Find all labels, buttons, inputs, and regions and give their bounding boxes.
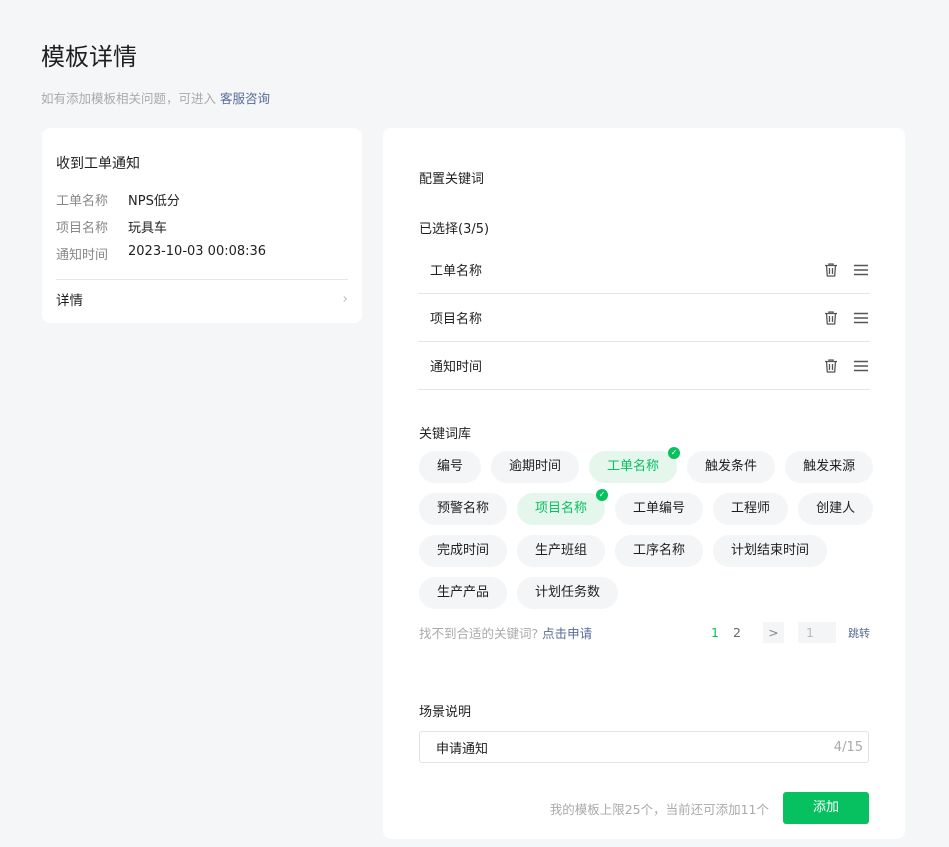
add-button[interactable]: 添加 <box>783 792 869 824</box>
chip-label: 编号 <box>437 459 464 474</box>
field-value: NPS低分 <box>128 194 180 209</box>
keyword-chip[interactable]: 触发来源 <box>785 451 874 483</box>
preview-field: 项目名称 玩具车 <box>56 217 348 236</box>
trash-icon[interactable] <box>822 309 840 327</box>
chip-label: 触发来源 <box>803 459 856 474</box>
chip-label: 触发条件 <box>705 459 758 474</box>
selected-keyword-row: 通知时间 <box>418 342 870 390</box>
not-found-text: 找不到合适的关键词? <box>419 626 539 641</box>
page-title: 模板详情 <box>41 43 137 71</box>
field-key: 项目名称 <box>56 221 109 236</box>
chip-label: 工程师 <box>731 501 771 516</box>
char-count: 4/15 <box>833 739 863 755</box>
page-1[interactable]: 1 <box>711 625 723 640</box>
chevron-right-icon: › <box>342 291 348 307</box>
chip-label: 计划结束时间 <box>731 543 810 558</box>
scene-input[interactable]: 申请通知 4/15 <box>419 731 869 763</box>
config-title: 配置关键词 <box>419 172 485 187</box>
chip-label: 生产产品 <box>437 585 490 600</box>
keyword-label: 项目名称 <box>430 312 483 327</box>
chip-label: 项目名称 <box>535 501 588 516</box>
chip-label: 逾期时间 <box>509 459 562 474</box>
keyword-chip[interactable]: 工单名称 ✓ <box>589 447 681 483</box>
preview-title: 收到工单通知 <box>56 156 140 172</box>
keyword-chip[interactable]: 计划任务数 <box>517 577 619 609</box>
keyword-chip[interactable]: 触发条件 <box>687 451 776 483</box>
keyword-chip[interactable]: 逾期时间 <box>491 451 580 483</box>
customer-service-link[interactable]: 客服咨询 <box>220 91 270 106</box>
next-page-button[interactable]: > <box>763 622 784 643</box>
trash-icon[interactable] <box>822 357 840 375</box>
field-key: 通知时间 <box>56 248 109 263</box>
selected-keywords: 工单名称 项目名称 通知时间 <box>418 246 870 390</box>
check-icon: ✓ <box>596 489 609 501</box>
keyword-chip[interactable]: 工序名称 <box>615 535 704 567</box>
keyword-chip[interactable]: 编号 <box>419 451 482 483</box>
keyword-chip[interactable]: 生产班组 <box>517 535 606 567</box>
chip-label: 完成时间 <box>437 543 490 558</box>
jump-page-input[interactable]: 1 <box>798 622 836 643</box>
chip-label: 工序名称 <box>633 543 686 558</box>
hint-text: 如有添加模板相关问题，可进入 <box>41 91 217 106</box>
keyword-chip[interactable]: 工程师 <box>713 493 789 525</box>
selected-label: 已选择(3/5) <box>419 222 490 237</box>
chip-label: 工单名称 <box>607 459 660 474</box>
check-icon: ✓ <box>668 447 681 459</box>
keyword-chip[interactable]: 工单编号 <box>615 493 704 525</box>
field-value: 2023-10-03 00:08:36 <box>128 244 267 259</box>
page-2[interactable]: 2 <box>733 625 745 640</box>
keyword-chip[interactable]: 项目名称 ✓ <box>517 489 609 525</box>
field-value: 玩具车 <box>128 221 168 236</box>
keyword-chip[interactable]: 完成时间 <box>419 535 508 567</box>
scene-label: 场景说明 <box>419 705 472 720</box>
keyword-chip[interactable]: 生产产品 <box>419 577 508 609</box>
field-key: 工单名称 <box>56 194 109 209</box>
chip-label: 计划任务数 <box>535 585 601 600</box>
keyword-chip[interactable]: 计划结束时间 <box>713 535 828 567</box>
selected-keyword-row: 工单名称 <box>418 246 870 294</box>
jump-button[interactable]: 跳转 <box>848 625 870 641</box>
drag-handle-icon[interactable] <box>852 261 870 279</box>
bottom-bar: 我的模板上限25个，当前还可添加11个 添加 <box>550 792 869 824</box>
trash-icon[interactable] <box>822 261 840 279</box>
drag-handle-icon[interactable] <box>852 357 870 375</box>
keyword-library: 编号 逾期时间 工单名称 ✓ 触发条件 触发来源预警名称 项目名称 ✓ 工单编号 工程师 创建人完成… <box>419 447 879 609</box>
drag-handle-icon[interactable] <box>852 309 870 327</box>
apply-keyword-link[interactable]: 点击申请 <box>542 623 592 642</box>
detail-link[interactable]: 详情 › <box>56 280 348 318</box>
selected-keyword-row: 项目名称 <box>418 294 870 342</box>
chip-label: 生产班组 <box>535 543 588 558</box>
config-panel: 配置关键词 已选择(3/5) 工单名称 项目名称 通知时间 关键词库 编号 逾期时… <box>383 128 905 839</box>
detail-label: 详情 <box>56 293 83 309</box>
preview-field: 工单名称 NPS低分 <box>56 190 348 209</box>
keyword-label: 工单名称 <box>430 264 483 279</box>
chip-label: 预警名称 <box>437 501 490 516</box>
scene-value: 申请通知 <box>436 741 489 757</box>
template-preview-card: 收到工单通知 工单名称 NPS低分 项目名称 玩具车 通知时间 2023-10-03 … <box>42 128 362 323</box>
help-hint: 如有添加模板相关问题，可进入 客服咨询 <box>41 88 270 107</box>
keyword-label: 通知时间 <box>430 360 483 375</box>
keyword-chip[interactable]: 创建人 <box>798 493 874 525</box>
chip-label: 创建人 <box>816 501 856 516</box>
pagination: 1 2 > 1 跳转 <box>711 622 870 643</box>
limit-text: 我的模板上限25个，当前还可添加11个 <box>549 801 769 817</box>
library-footer: 找不到合适的关键词? 点击申请 1 2 > 1 跳转 <box>419 622 870 643</box>
keyword-chip[interactable]: 预警名称 <box>419 493 508 525</box>
library-label: 关键词库 <box>419 427 472 442</box>
preview-field: 通知时间 2023-10-03 00:08:36 <box>56 244 348 263</box>
chip-label: 工单编号 <box>633 501 686 516</box>
